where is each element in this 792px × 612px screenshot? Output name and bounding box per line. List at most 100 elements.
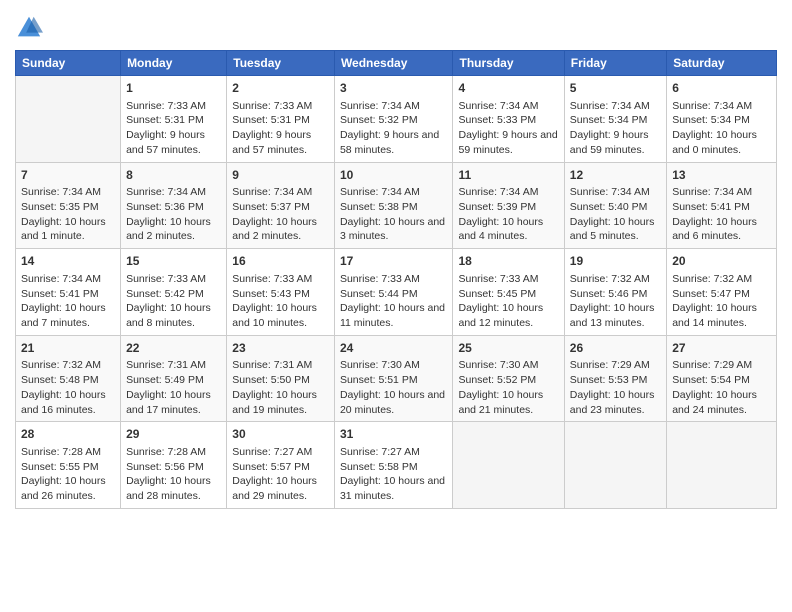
calendar-cell: 28Sunrise: 7:28 AMSunset: 5:55 PMDayligh… [16, 422, 121, 509]
sunrise-text: Sunrise: 7:34 AM [340, 99, 448, 114]
calendar-cell: 19Sunrise: 7:32 AMSunset: 5:46 PMDayligh… [564, 249, 666, 336]
sunset-text: Sunset: 5:43 PM [232, 287, 329, 302]
calendar-cell: 18Sunrise: 7:33 AMSunset: 5:45 PMDayligh… [453, 249, 564, 336]
calendar-cell: 23Sunrise: 7:31 AMSunset: 5:50 PMDayligh… [227, 335, 335, 422]
sunset-text: Sunset: 5:42 PM [126, 287, 221, 302]
calendar-cell [667, 422, 777, 509]
sunrise-text: Sunrise: 7:34 AM [672, 99, 771, 114]
calendar-cell: 22Sunrise: 7:31 AMSunset: 5:49 PMDayligh… [121, 335, 227, 422]
sunset-text: Sunset: 5:39 PM [458, 200, 558, 215]
daylight-text: Daylight: 10 hours and 12 minutes. [458, 301, 558, 330]
page-header [15, 10, 777, 42]
calendar-cell: 2 Sunrise: 7:33 AMSunset: 5:31 PMDaylight… [227, 76, 335, 163]
calendar-table: SundayMondayTuesdayWednesdayThursdayFrid… [15, 50, 777, 509]
calendar-cell: 3 Sunrise: 7:34 AMSunset: 5:32 PMDaylight… [334, 76, 453, 163]
daylight-text: Daylight: 10 hours and 10 minutes. [232, 301, 329, 330]
logo-icon [15, 14, 43, 42]
sunrise-text: Sunrise: 7:28 AM [21, 445, 115, 460]
sunset-text: Sunset: 5:38 PM [340, 200, 448, 215]
calendar-cell: 26Sunrise: 7:29 AMSunset: 5:53 PMDayligh… [564, 335, 666, 422]
sunset-text: Sunset: 5:33 PM [458, 113, 558, 128]
sunrise-text: Sunrise: 7:32 AM [672, 272, 771, 287]
day-number: 4 [458, 80, 558, 97]
day-number: 2 [232, 80, 329, 97]
weekday-header: Thursday [453, 51, 564, 76]
sunset-text: Sunset: 5:51 PM [340, 373, 448, 388]
day-number: 8 [126, 167, 221, 184]
logo [15, 14, 47, 42]
daylight-text: Daylight: 10 hours and 6 minutes. [672, 215, 771, 244]
calendar-week-row: 1Sunrise: 7:33 AMSunset: 5:31 PMDaylight… [16, 76, 777, 163]
day-number: 21 [21, 340, 115, 357]
day-number: 24 [340, 340, 448, 357]
sunrise-text: Sunrise: 7:34 AM [570, 99, 661, 114]
sunset-text: Sunset: 5:35 PM [21, 200, 115, 215]
sunset-text: Sunset: 5:32 PM [340, 113, 448, 128]
sunset-text: Sunset: 5:37 PM [232, 200, 329, 215]
daylight-text: Daylight: 10 hours and 14 minutes. [672, 301, 771, 330]
daylight-text: Daylight: 10 hours and 3 minutes. [340, 215, 448, 244]
sunrise-text: Sunrise: 7:34 AM [21, 185, 115, 200]
daylight-text: Daylight: 10 hours and 2 minutes. [232, 215, 329, 244]
sunrise-text: Sunrise: 7:27 AM [232, 445, 329, 460]
daylight-text: Daylight: 10 hours and 31 minutes. [340, 474, 448, 503]
daylight-text: Daylight: 9 hours and 57 minutes. [232, 128, 329, 157]
sunrise-text: Sunrise: 7:31 AM [126, 358, 221, 373]
calendar-week-row: 14 Sunrise: 7:34 AMSunset: 5:41 PM Dayligh… [16, 249, 777, 336]
daylight-text: Daylight: 10 hours and 24 minutes. [672, 388, 771, 417]
calendar-cell: 12Sunrise: 7:34 AMSunset: 5:40 PMDayligh… [564, 162, 666, 249]
sunset-text: Sunset: 5:41 PM [672, 200, 771, 215]
sunset-text: Sunset: 5:47 PM [672, 287, 771, 302]
day-number: 16 [232, 253, 329, 270]
calendar-cell: 4Sunrise: 7:34 AMSunset: 5:33 PMDaylight… [453, 76, 564, 163]
sunset-text: Sunset: 5:55 PM [21, 460, 115, 475]
calendar-cell: 16 Sunrise: 7:33 AMSunset: 5:43 PMDayligh… [227, 249, 335, 336]
day-number: 14 [21, 253, 115, 270]
sunrise-text: Sunrise: 7:33 AM [232, 99, 329, 114]
calendar-cell: 7Sunrise: 7:34 AMSunset: 5:35 PMDaylight… [16, 162, 121, 249]
sunset-text: Sunset: 5:56 PM [126, 460, 221, 475]
daylight-text: Daylight: 10 hours and 8 minutes. [126, 301, 221, 330]
calendar-cell [453, 422, 564, 509]
sunrise-text: Sunrise: 7:32 AM [570, 272, 661, 287]
sunrise-text: Sunrise: 7:34 AM [458, 185, 558, 200]
daylight-text: Daylight: 9 hours and 58 minutes. [340, 128, 448, 157]
calendar-cell: 11Sunrise: 7:34 AMSunset: 5:39 PMDayligh… [453, 162, 564, 249]
sunset-text: Sunset: 5:41 PM [21, 287, 115, 302]
day-number: 31 [340, 426, 448, 443]
sunset-text: Sunset: 5:31 PM [126, 113, 221, 128]
day-number: 19 [570, 253, 661, 270]
header-row: SundayMondayTuesdayWednesdayThursdayFrid… [16, 51, 777, 76]
daylight-text: Daylight: 10 hours and 29 minutes. [232, 474, 329, 503]
day-number: 13 [672, 167, 771, 184]
sunrise-text: Sunrise: 7:33 AM [232, 272, 329, 287]
calendar-cell: 1Sunrise: 7:33 AMSunset: 5:31 PMDaylight… [121, 76, 227, 163]
sunrise-text: Sunrise: 7:27 AM [340, 445, 448, 460]
day-number: 3 [340, 80, 448, 97]
daylight-text: Daylight: 9 hours and 57 minutes. [126, 128, 221, 157]
day-number: 30 [232, 426, 329, 443]
daylight-text: Daylight: 10 hours and 13 minutes. [570, 301, 661, 330]
sunrise-text: Sunrise: 7:32 AM [21, 358, 115, 373]
sunset-text: Sunset: 5:31 PM [232, 113, 329, 128]
weekday-header: Monday [121, 51, 227, 76]
day-number: 17 [340, 253, 448, 270]
sunset-text: Sunset: 5:36 PM [126, 200, 221, 215]
day-number: 1 [126, 80, 221, 97]
weekday-header: Friday [564, 51, 666, 76]
sunrise-text: Sunrise: 7:34 AM [21, 272, 115, 287]
calendar-cell: 29Sunrise: 7:28 AMSunset: 5:56 PMDayligh… [121, 422, 227, 509]
sunrise-text: Sunrise: 7:33 AM [458, 272, 558, 287]
calendar-cell: 13Sunrise: 7:34 AMSunset: 5:41 PMDayligh… [667, 162, 777, 249]
sunset-text: Sunset: 5:54 PM [672, 373, 771, 388]
sunrise-text: Sunrise: 7:34 AM [458, 99, 558, 114]
sunset-text: Sunset: 5:53 PM [570, 373, 661, 388]
daylight-text: Daylight: 10 hours and 0 minutes. [672, 128, 771, 157]
day-number: 27 [672, 340, 771, 357]
calendar-cell: 8Sunrise: 7:34 AMSunset: 5:36 PMDaylight… [121, 162, 227, 249]
daylight-text: Daylight: 10 hours and 5 minutes. [570, 215, 661, 244]
calendar-cell [16, 76, 121, 163]
sunrise-text: Sunrise: 7:29 AM [570, 358, 661, 373]
sunrise-text: Sunrise: 7:34 AM [570, 185, 661, 200]
day-number: 6 [672, 80, 771, 97]
